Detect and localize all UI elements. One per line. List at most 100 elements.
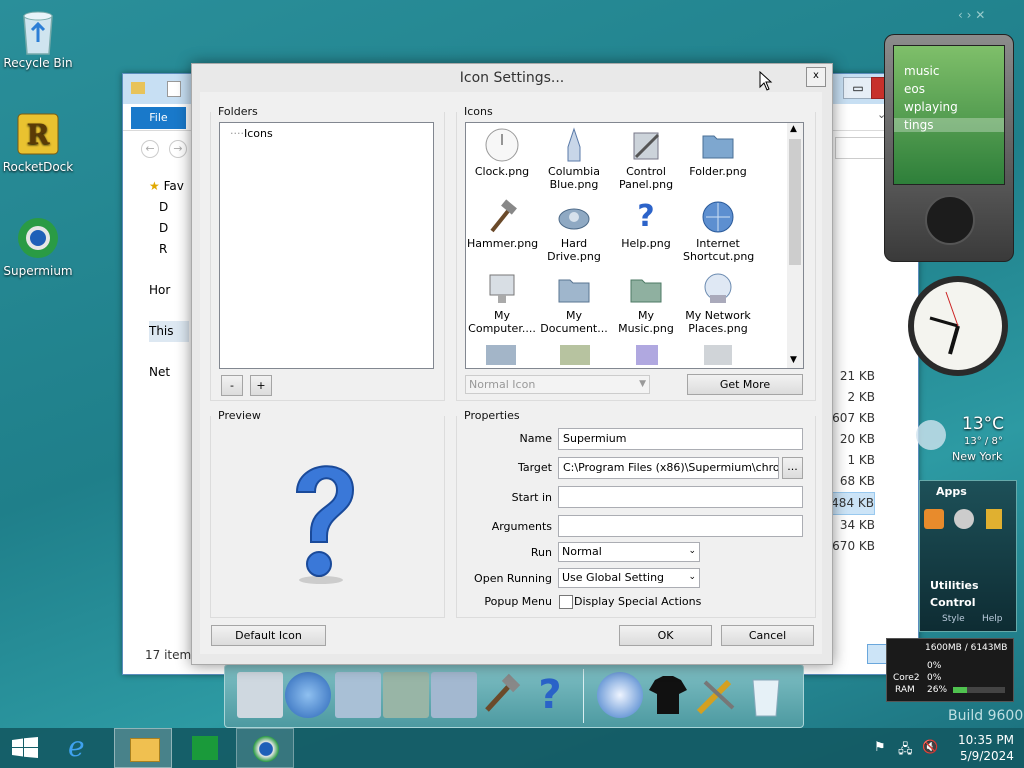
start-button[interactable] [0, 728, 56, 768]
icon-cell[interactable]: Folder.png [683, 127, 753, 178]
icon-cell[interactable]: My Document... [539, 271, 609, 335]
chevron-down-icon: ⌄ [688, 546, 696, 556]
gadget-nav-icons[interactable]: ‹ › ✕ [958, 8, 985, 22]
help-icon[interactable]: ? [527, 672, 573, 718]
paint-icon[interactable] [954, 509, 974, 529]
control-label[interactable]: Control [930, 596, 975, 609]
arguments-field[interactable] [558, 515, 803, 537]
icon-cell[interactable]: Columbia Blue.png [539, 127, 609, 191]
core1-value: 0% [927, 673, 942, 683]
back-button[interactable]: ← [141, 140, 159, 158]
clock-icon [908, 276, 1008, 376]
icon-cell[interactable]: Hammer.png [467, 199, 538, 250]
media-player-icon[interactable] [924, 509, 944, 529]
memory-readout: 1600MB / 6143MB [925, 643, 1008, 653]
scroll-down-icon[interactable]: ▼ [790, 355, 797, 365]
icon-cell[interactable]: My Network Places.png [683, 271, 753, 335]
icon-cell[interactable]: Clock.png [467, 127, 537, 178]
start-in-field[interactable] [558, 486, 803, 508]
notepad-icon [636, 345, 658, 365]
nav-item[interactable]: R [149, 239, 189, 260]
icon-cell[interactable]: ? Help.png [611, 199, 681, 250]
media-item[interactable]: wplaying [904, 100, 958, 114]
taskbar-internet-explorer[interactable]: e [56, 728, 112, 768]
taskbar-store[interactable] [176, 728, 232, 768]
tshirt-icon[interactable] [645, 672, 691, 718]
icon-cell[interactable]: My Music.png [611, 271, 681, 335]
nav-item-favorites[interactable]: ★ Fav [149, 176, 189, 197]
add-folder-button[interactable]: + [250, 375, 272, 396]
taskbar-supermium[interactable] [236, 728, 294, 768]
open-running-select[interactable]: Use Global Setting ⌄ [558, 568, 700, 588]
ok-button[interactable]: OK [619, 625, 712, 646]
get-more-button[interactable]: Get More [687, 374, 803, 395]
file-tab[interactable]: File [131, 107, 186, 129]
icon-cell[interactable]: Hard Drive.png [539, 199, 609, 263]
taskbar-file-explorer[interactable] [114, 728, 172, 768]
folder-tree-item-icons[interactable]: ····Icons [230, 127, 273, 140]
desktop-icon-label: Recycle Bin [3, 56, 73, 70]
internet-shortcut-icon [700, 199, 736, 235]
rocketdock-bar: ? [224, 664, 804, 728]
clock-date[interactable]: 5/9/2024 [960, 749, 1014, 763]
nav-item[interactable]: D [149, 218, 189, 239]
name-field[interactable]: Supermium [558, 428, 803, 450]
internet-shortcut-icon[interactable] [285, 672, 331, 718]
nav-item-this-pc[interactable]: This [149, 321, 189, 342]
tools-icon[interactable] [693, 672, 739, 718]
clock-time[interactable]: 10:35 PM [958, 733, 1014, 747]
nav-item-network[interactable]: Net [149, 362, 189, 383]
scroll-up-icon[interactable]: ▲ [790, 124, 797, 134]
media-wheel[interactable] [925, 195, 975, 245]
browse-target-button[interactable]: ... [782, 457, 803, 479]
icon-cell[interactable]: Internet Shortcut.png [683, 199, 754, 263]
recycle-bin-icon[interactable] [743, 672, 789, 718]
folder-icon [131, 82, 145, 94]
network-icon[interactable] [597, 672, 643, 718]
desktop-icon-supermium[interactable]: Supermium [0, 216, 76, 278]
my-recent-icon [560, 345, 590, 365]
display-special-actions-checkbox[interactable] [559, 595, 573, 609]
media-item[interactable]: eos [904, 82, 925, 96]
media-item-selected[interactable]: tings [894, 118, 1004, 132]
desktop-icon-rocketdock[interactable]: R RocketDock [0, 112, 76, 174]
run-select[interactable]: Normal ⌄ [558, 542, 700, 562]
hammer-icon[interactable] [479, 672, 525, 718]
network-icon[interactable]: 🖧 [898, 740, 913, 762]
my-computer-icon[interactable] [237, 672, 283, 718]
my-pictures-icon[interactable] [431, 672, 477, 718]
display-special-actions-label[interactable]: Display Special Actions [574, 595, 701, 608]
trophy-icon[interactable] [986, 509, 1002, 529]
nav-item-homegroup[interactable]: Hor [149, 280, 189, 301]
volume-muted-icon[interactable]: 🔇 [922, 740, 938, 755]
action-center-flag-icon[interactable]: ⚑ [874, 740, 886, 755]
icon-grid[interactable]: Clock.png Columbia Blue.png Control Pane… [465, 122, 804, 369]
style-label[interactable]: Style [942, 614, 965, 624]
details-view-icon[interactable] [867, 644, 887, 664]
ram-bar-fill [953, 687, 967, 693]
folder-icon[interactable] [335, 672, 381, 718]
folder-tree[interactable]: ····Icons [219, 122, 434, 369]
dialog-close-button[interactable]: x [806, 67, 826, 87]
icon-cell[interactable]: My Computer.... [467, 271, 537, 335]
my-music-icon[interactable] [383, 672, 429, 718]
desktop-icon-recycle-bin[interactable]: Recycle Bin [0, 8, 76, 70]
cancel-button[interactable]: Cancel [721, 625, 814, 646]
media-item[interactable]: music [904, 64, 939, 78]
maximize-button[interactable]: ▭ [843, 77, 873, 99]
scrollbar-thumb[interactable] [789, 139, 801, 265]
help-label[interactable]: Help [982, 614, 1003, 624]
forward-button[interactable]: → [169, 140, 187, 158]
store-icon [192, 736, 218, 760]
desktop-icon-label: RocketDock [2, 160, 74, 174]
utilities-label[interactable]: Utilities [930, 579, 979, 592]
target-field[interactable]: C:\Program Files (x86)\Supermium\chrome.… [558, 457, 779, 479]
icon-grid-scrollbar[interactable]: ▲ ▼ [787, 123, 803, 368]
network-places-icon [700, 271, 736, 307]
default-icon-button[interactable]: Default Icon [211, 625, 326, 646]
weather-range: 13° / 8° [964, 436, 1003, 447]
icon-cell[interactable]: Control Panel.png [611, 127, 681, 191]
remove-folder-button[interactable]: - [221, 375, 243, 396]
control-panel-icon [628, 127, 664, 163]
nav-item[interactable]: D [149, 197, 189, 218]
